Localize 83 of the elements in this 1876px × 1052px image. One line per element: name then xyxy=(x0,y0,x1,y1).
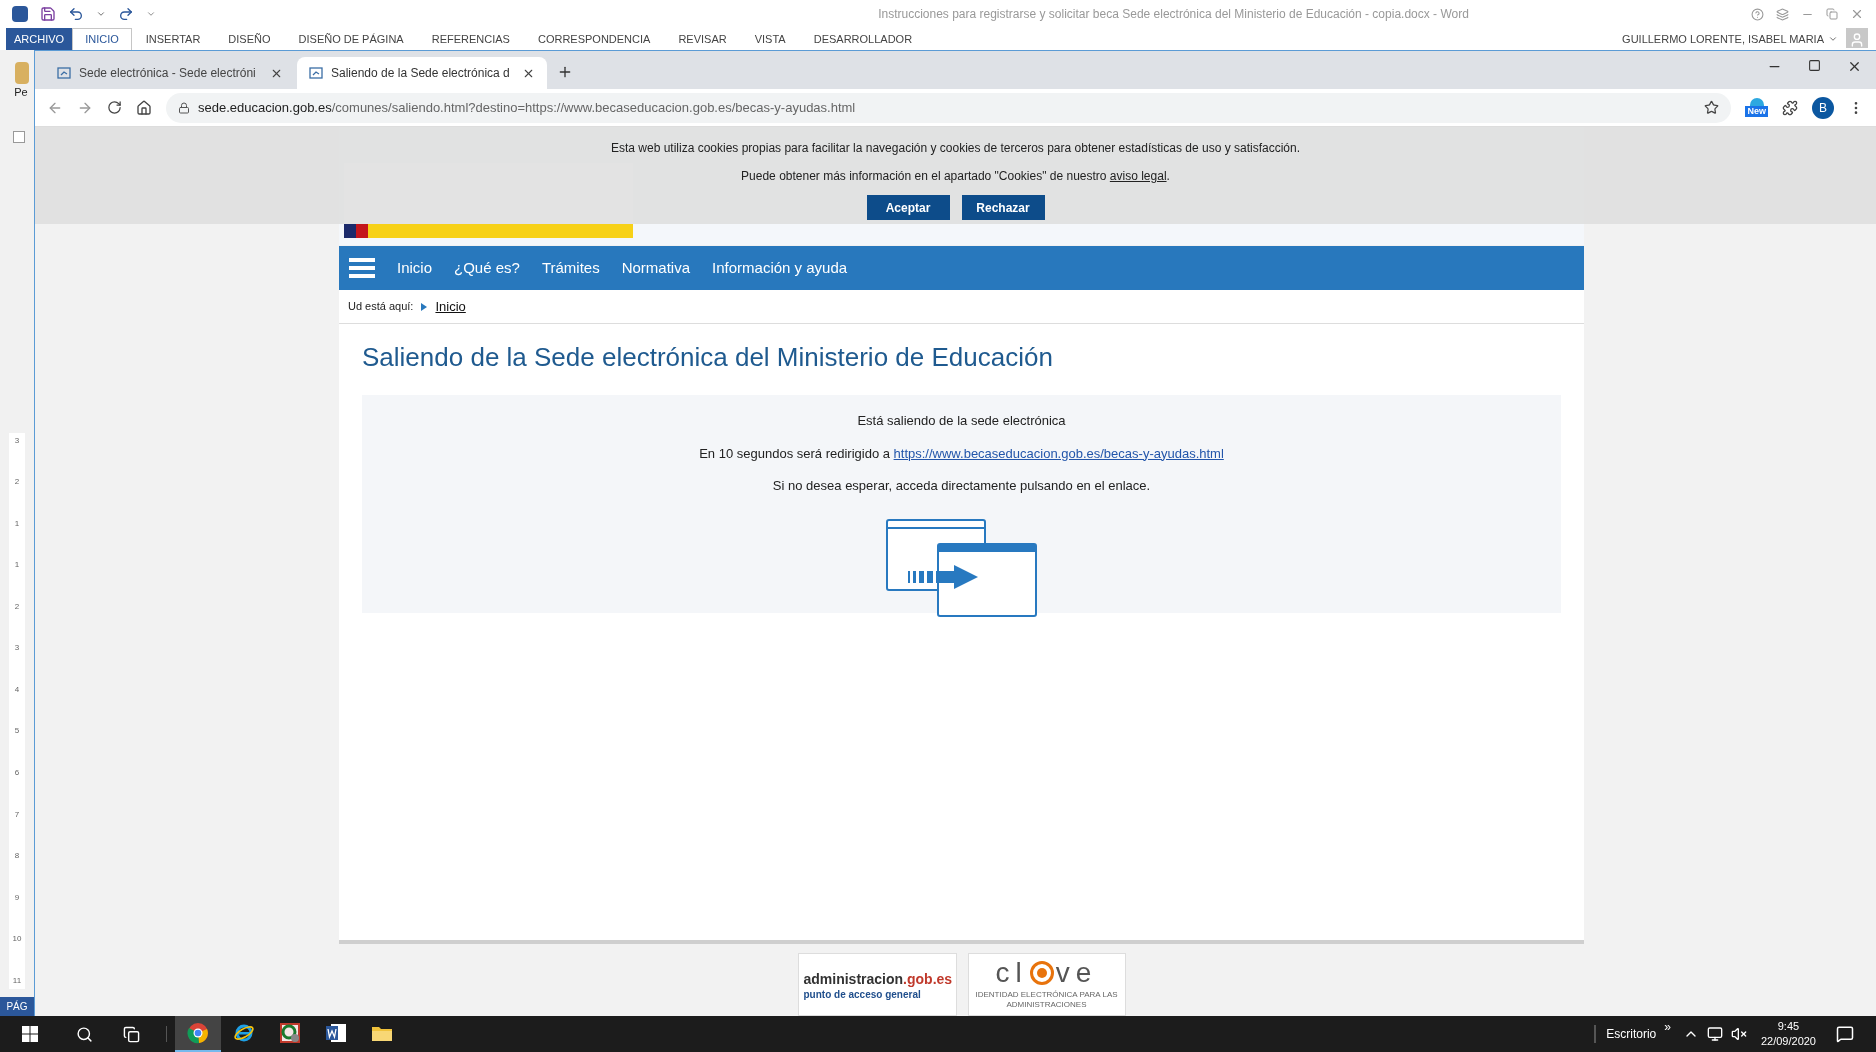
home-icon[interactable] xyxy=(136,99,152,116)
site-favicon-icon xyxy=(309,66,323,80)
address-bar[interactable]: sede.educacion.gob.es/comunes/saliendo.html?destino=https://www.becaseducacion.gob.es/becas-y-ayudas.html xyxy=(166,92,1732,123)
overflow-chevron[interactable]: » xyxy=(1664,1018,1671,1036)
nav-link[interactable]: Normativa xyxy=(621,256,691,280)
chrome-icon[interactable] xyxy=(187,1022,209,1044)
menu-icon[interactable] xyxy=(349,257,375,279)
ruler-number: 11 xyxy=(12,976,22,985)
clave-logo[interactable]: cl ve IDENTIDAD ELECTRÓNICA PARA LAS ADMINISTRACIONES xyxy=(967,953,1126,1016)
globe-browser-icon[interactable] xyxy=(233,1022,255,1044)
breadcrumb-label: Ud está aquí: xyxy=(348,299,414,315)
ribbon-tab[interactable]: DESARROLLADOR xyxy=(799,28,927,50)
ruler-number: 1 xyxy=(14,519,20,528)
ribbon-tab[interactable]: REVISAR xyxy=(664,28,741,50)
window-title: Instrucciones para registrarse y solicitar beca Sede electrónica del Ministerio de Educación - copia.docx - Word xyxy=(878,6,1469,23)
page-title: Saliendo de la Sede electrónica del Ministerio de Educación xyxy=(361,341,1054,374)
ribbon-display-icon[interactable] xyxy=(1776,7,1789,21)
profile-avatar[interactable]: B xyxy=(1812,96,1834,119)
nav-link[interactable]: Información y ayuda xyxy=(712,256,848,280)
ribbon-tab[interactable]: DISEÑO xyxy=(214,28,285,50)
desktop-toolbar-label[interactable]: Escritorio xyxy=(1606,1025,1657,1043)
browser-tab[interactable]: Saliendo de la Sede electrónica d xyxy=(297,57,547,89)
ruler-number: 3 xyxy=(14,644,20,653)
ruler-number: 6 xyxy=(14,769,20,777)
ruler-number: 10 xyxy=(12,935,22,944)
tab-title: Sede electrónica - Sede electróni xyxy=(79,65,257,82)
cookie-button[interactable]: Rechazar xyxy=(961,195,1045,220)
cookie-notice: Esta web utiliza cookies propias para facilitar la navegación y cookies de terceros para obtener estadísticas de uso y satisfacción. xyxy=(610,140,1300,157)
breadcrumb-link[interactable]: Inicio xyxy=(435,296,466,317)
redirect-message: En 10 segundos será redirigido a https://www.becaseducacion.gob.es/becas-y-ayudas.html xyxy=(699,444,1224,463)
ruler-number: 2 xyxy=(14,602,20,611)
site-favicon-icon xyxy=(57,66,71,80)
nav-link[interactable]: Trámites xyxy=(541,256,600,280)
help-icon[interactable] xyxy=(1751,7,1764,21)
cookie-button[interactable]: Aceptar xyxy=(866,195,950,220)
volume-muted-icon[interactable] xyxy=(1730,1026,1747,1042)
ribbon-tab[interactable]: INICIO xyxy=(72,28,132,50)
breadcrumb-arrow-icon xyxy=(421,302,428,311)
save-icon[interactable] xyxy=(40,6,56,22)
nav-link[interactable]: ¿Qué es? xyxy=(454,256,520,280)
redo-icon[interactable] xyxy=(118,6,134,22)
ruler-number: 2 xyxy=(14,478,20,487)
windows-start-icon[interactable] xyxy=(22,1026,38,1042)
ruler-number: 3 xyxy=(14,436,20,445)
ribbon-tab[interactable]: DISEÑO DE PÁGINA xyxy=(284,28,418,50)
ruler-number: 9 xyxy=(14,893,20,902)
user-caret-icon[interactable] xyxy=(1828,34,1838,44)
close-icon[interactable] xyxy=(1847,59,1862,74)
admin-portal-logo[interactable]: administracion.gob.es punto de acceso general xyxy=(797,953,957,1016)
ribbon-tab[interactable]: INSERTAR xyxy=(131,28,215,50)
ruler-number: 8 xyxy=(14,852,20,861)
notice-hint: Si no desea esperar, acceda directamente pulsando en el enlace. xyxy=(772,477,1151,495)
ribbon-tab[interactable]: ARCHIVO xyxy=(6,28,73,50)
search-icon[interactable] xyxy=(76,1025,93,1043)
redirect-link[interactable]: https://www.becaseducacion.gob.es/becas-y-ayudas.html xyxy=(893,445,1224,461)
notice-heading: Está saliendo de la sede electrónica xyxy=(857,412,1066,430)
extensions-icon[interactable] xyxy=(1782,99,1798,116)
word-icon[interactable] xyxy=(325,1022,347,1044)
undo-icon[interactable] xyxy=(68,6,84,22)
network-icon[interactable] xyxy=(1706,1026,1723,1042)
notifications-icon[interactable] xyxy=(1836,1025,1854,1043)
ruler-number: 5 xyxy=(14,727,20,736)
clock[interactable]: 9:45 22/09/2020 xyxy=(1760,1019,1816,1049)
user-name[interactable]: GUILLERMO LORENTE, ISABEL MARIA xyxy=(1622,28,1828,50)
nav-link[interactable]: Inicio xyxy=(397,256,433,280)
ruler-number: 1 xyxy=(14,561,20,570)
paste-label[interactable]: Pe xyxy=(14,84,28,101)
ruler-number: 7 xyxy=(14,810,20,819)
ribbon-tab[interactable]: REFERENCIAS xyxy=(417,28,524,50)
cookie-info: Puede obtener más información en el apartado "Cookies" de nuestro aviso legal. xyxy=(741,168,1170,185)
new-tab-icon[interactable] xyxy=(557,64,573,80)
ruler-number: 4 xyxy=(14,685,20,694)
page-status: PÁG xyxy=(0,997,34,1016)
remote-app-icon[interactable] xyxy=(279,1022,301,1044)
caret-icon[interactable] xyxy=(96,9,106,19)
reload-icon[interactable] xyxy=(107,100,122,115)
task-view-icon[interactable] xyxy=(123,1025,140,1043)
browser-tab[interactable]: Sede electrónica - Sede electróni xyxy=(45,57,295,89)
ribbon-tab[interactable]: VISTA xyxy=(740,28,800,50)
tab-title: Saliendo de la Sede electrónica d xyxy=(331,65,511,82)
maximize-icon[interactable] xyxy=(1808,59,1821,72)
ribbon-tab[interactable]: CORRESPONDENCIA xyxy=(523,28,665,50)
legal-notice-link[interactable]: aviso legal xyxy=(1109,169,1167,183)
